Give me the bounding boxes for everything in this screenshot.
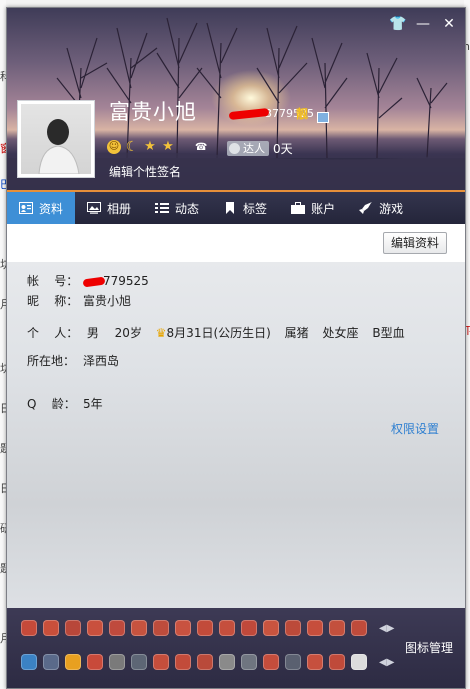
age-value: 20岁 — [114, 326, 142, 340]
vip-card-icon[interactable] — [317, 112, 329, 123]
service-icons-row-2 — [21, 654, 367, 670]
location-label: 所在地： — [27, 354, 76, 368]
service-icon[interactable] — [263, 620, 279, 636]
service-icon[interactable] — [219, 620, 235, 636]
service-icon[interactable] — [153, 654, 169, 670]
birthday-value: 8月31日(公历生日) — [166, 326, 271, 340]
edit-profile-button[interactable]: 编辑资料 — [382, 232, 447, 254]
service-icon-bar: ◀▶ ◀▶ 图标管理 — [7, 608, 465, 688]
service-icon[interactable] — [87, 654, 103, 670]
service-icon[interactable] — [307, 620, 323, 636]
icons-prev-arrow[interactable]: ◀▶ — [379, 623, 394, 634]
shirt-icon[interactable]: 👕 — [389, 16, 406, 32]
tab-feed[interactable]: 动态 — [143, 192, 211, 224]
service-icon[interactable] — [351, 620, 367, 636]
service-icon[interactable] — [285, 654, 301, 670]
service-icon[interactable] — [241, 620, 257, 636]
pet-icon[interactable]: ☎ — [195, 142, 207, 153]
profile-card-icon — [19, 202, 33, 214]
service-icon[interactable] — [109, 620, 125, 636]
tab-account[interactable]: 账户 — [279, 192, 347, 224]
avatar[interactable] — [17, 100, 95, 178]
daren-days: 0天 — [273, 142, 293, 156]
blood-value: B型血 — [372, 326, 405, 340]
tab-album[interactable]: 相册 — [75, 192, 143, 224]
service-icon[interactable] — [65, 654, 81, 670]
service-icon[interactable] — [43, 620, 59, 636]
profile-content: 编辑资料 帐 号： 779525 昵 称： 富贵小旭 个 人： 男 20岁 ♛8月3… — [7, 224, 465, 608]
signature-edit[interactable]: 编辑个性签名 — [109, 163, 181, 180]
star-level-icon: ★ — [144, 139, 156, 154]
moon-level-icon: ☾ — [125, 139, 139, 155]
zodiac-value: 属猪 — [284, 326, 309, 340]
feed-list-icon — [155, 202, 170, 214]
nickname-value: 富贵小旭 — [83, 294, 132, 308]
qage-value: 5年 — [83, 397, 103, 411]
account-label: 帐 号： — [27, 274, 79, 288]
briefcase-icon — [291, 202, 306, 214]
nickname-label: 昵 称： — [27, 294, 79, 308]
service-icons-row-1 — [21, 620, 367, 636]
tab-tags[interactable]: 标签 — [211, 192, 279, 224]
photo-album-icon — [87, 202, 102, 214]
tab-profile[interactable]: 资料 — [7, 192, 76, 230]
level-icons[interactable]: ☺ ☾ ★ ★ — [107, 140, 175, 154]
minimize-icon[interactable]: — — [415, 16, 431, 32]
service-icon[interactable] — [131, 620, 147, 636]
crown-icon: ♛ — [155, 326, 167, 340]
edit-bar: 编辑资料 — [7, 224, 465, 262]
service-icon[interactable] — [109, 654, 125, 670]
service-icon[interactable] — [307, 654, 323, 670]
redaction-scribble — [228, 107, 270, 121]
redaction-scribble — [82, 276, 106, 287]
tab-bar: 资料 相册 动态 标签 账户 游戏 — [7, 190, 465, 230]
avatar-photo — [21, 104, 91, 174]
service-icon[interactable] — [21, 654, 37, 670]
service-icon[interactable] — [197, 620, 213, 636]
star-level-icon: ★ — [162, 139, 174, 154]
service-icon[interactable] — [329, 654, 345, 670]
service-icon[interactable] — [197, 654, 213, 670]
rocket-icon — [359, 202, 373, 214]
location-value: 泽西岛 — [83, 354, 120, 368]
service-icon[interactable] — [175, 620, 191, 636]
sun-level-icon: ☺ — [107, 140, 121, 154]
bookmark-icon — [223, 202, 237, 214]
location-row: 所在地： 泽西岛 — [27, 352, 119, 369]
service-icon[interactable] — [329, 620, 345, 636]
permission-settings-link[interactable]: 权限设置 — [391, 420, 439, 437]
service-icon[interactable] — [351, 654, 367, 670]
account-value: 779525 — [82, 274, 149, 288]
close-icon[interactable]: ✕ — [441, 16, 457, 32]
service-icon[interactable] — [263, 654, 279, 670]
service-icon[interactable] — [43, 654, 59, 670]
qage-label: Q 龄： — [27, 397, 76, 411]
service-icon[interactable] — [219, 654, 235, 670]
qage-row: Q 龄： 5年 — [27, 395, 103, 412]
service-icon[interactable] — [175, 654, 191, 670]
service-icon[interactable] — [65, 620, 81, 636]
account-row: 帐 号： 779525 — [27, 272, 149, 289]
star-sign-value: 处女座 — [322, 326, 359, 340]
nickname-row: 昵 称： 富贵小旭 — [27, 292, 131, 309]
personal-label: 个 人： — [27, 326, 79, 340]
tab-games[interactable]: 游戏 — [347, 192, 415, 224]
service-icon[interactable] — [241, 654, 257, 670]
gender-value: 男 — [86, 326, 99, 340]
profile-window: 👕 — ✕ 富贵小旭 3779525 靓 ☺ ☾ ★ ★ ☎ 达人 0天 编辑个… — [6, 7, 466, 689]
icons-next-arrow[interactable]: ◀▶ — [379, 657, 394, 668]
profile-header: 👕 — ✕ 富贵小旭 3779525 靓 ☺ ☾ ★ ★ ☎ 达人 0天 编辑个… — [7, 8, 465, 190]
vip-badge: 靓 — [296, 107, 309, 121]
service-icon[interactable] — [153, 620, 169, 636]
icon-manage-button[interactable]: 图标管理 — [405, 639, 453, 656]
service-icon[interactable] — [131, 654, 147, 670]
nickname: 富贵小旭 — [109, 100, 197, 124]
service-icon[interactable] — [285, 620, 301, 636]
personal-row: 个 人： 男 20岁 ♛8月31日(公历生日) 属猪 处女座 B型血 — [27, 324, 405, 341]
service-icon[interactable] — [21, 620, 37, 636]
daren-indicator[interactable]: 达人 0天 — [227, 140, 293, 157]
window-controls: 👕 — ✕ — [389, 16, 457, 32]
daren-badge: 达人 — [227, 141, 269, 156]
service-icon[interactable] — [87, 620, 103, 636]
